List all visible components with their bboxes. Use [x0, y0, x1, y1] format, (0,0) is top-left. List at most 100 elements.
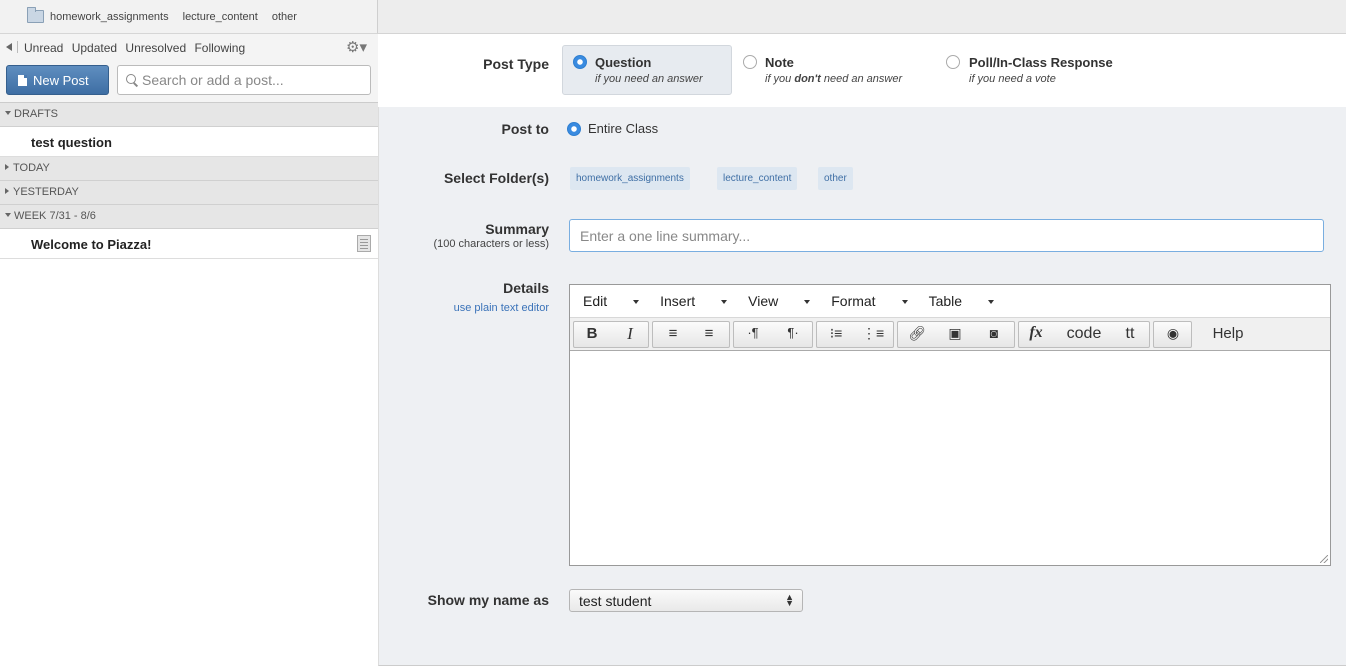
group-label: YESTERDAY	[13, 186, 79, 198]
editor-content-area[interactable]	[570, 351, 1330, 565]
post-type-sub-post: need an answer	[820, 73, 903, 85]
post-type-title: Poll/In-Class Response	[969, 55, 1113, 70]
rich-text-editor: Edit Insert View Format Table B I ≡ ≡ ·¶ ¶· …	[569, 284, 1331, 566]
post-type-question[interactable]: Question if you need an answer	[562, 45, 732, 95]
summary-sublabel: (100 characters or less)	[433, 238, 549, 250]
menu-edit[interactable]: Edit	[583, 293, 640, 309]
post-type-label: Post Type	[483, 56, 549, 72]
group-label: WEEK 7/31 - 8/6	[14, 210, 96, 222]
menu-label: View	[748, 293, 779, 309]
feed-group-yesterday[interactable]: YESTERDAY	[0, 181, 378, 205]
post-type-note[interactable]: Note if you don't need an answer	[741, 45, 941, 95]
top-folder-bar: homework_assignments lecture_content other	[0, 0, 1346, 34]
post-type-sub: if you need an answer	[595, 73, 703, 85]
menu-table[interactable]: Table	[928, 293, 995, 309]
filter-unread[interactable]: Unread	[24, 41, 63, 55]
numbered-list-icon[interactable]: ⋮≡	[862, 321, 884, 348]
chevron-down-icon	[5, 111, 11, 115]
image-icon[interactable]: ▣	[944, 321, 966, 348]
search-placeholder: Search or add a post...	[142, 72, 284, 88]
new-post-row: New Post Search or add a post...	[0, 60, 378, 103]
radio-poll[interactable]	[946, 55, 960, 69]
help-button[interactable]: Help	[1206, 321, 1250, 348]
preview-eye-icon[interactable]: ◉	[1160, 321, 1186, 348]
top-folder-homework[interactable]: homework_assignments	[50, 11, 169, 23]
align-left-icon[interactable]: ≡	[662, 321, 684, 348]
caret-icon	[721, 300, 728, 304]
feed-group-drafts[interactable]: DRAFTS	[0, 103, 378, 127]
new-post-label: New Post	[33, 73, 89, 88]
media-icon[interactable]: ◙	[983, 321, 1005, 348]
feed-item-title: Welcome to Piazza!	[31, 237, 152, 252]
note-icon	[357, 235, 371, 252]
post-to-value: Entire Class	[588, 121, 659, 136]
post-type-title: Note	[765, 55, 794, 70]
radio-entire-class[interactable]	[567, 122, 581, 136]
top-folder-lecture[interactable]: lecture_content	[183, 11, 258, 23]
editor-menubar: Edit Insert View Format Table	[570, 285, 1330, 318]
menu-label: Format	[831, 293, 876, 309]
menu-label: Table	[928, 293, 963, 309]
menu-label: Edit	[583, 293, 608, 309]
new-post-form: Post Type Question if you need an answer…	[378, 34, 1346, 666]
group-label: TODAY	[13, 162, 50, 174]
ltr-icon[interactable]: ·¶	[742, 321, 764, 348]
feed-group-today[interactable]: TODAY	[0, 157, 378, 181]
post-type-title: Question	[595, 55, 652, 70]
italic-button[interactable]: I	[620, 321, 640, 348]
folder-tag-homework[interactable]: homework_assignments	[570, 167, 690, 190]
post-type-sub-pre: if you	[765, 73, 795, 85]
feed-item-title: test question	[31, 135, 112, 150]
radio-note[interactable]	[743, 55, 757, 69]
post-feed: DRAFTS test question TODAY YESTERDAY WEE…	[0, 103, 378, 259]
menu-view[interactable]: View	[748, 293, 811, 309]
bullet-list-icon[interactable]: ⁝≡	[825, 321, 847, 348]
show-name-label: Show my name as	[427, 592, 549, 608]
feed-group-week[interactable]: WEEK 7/31 - 8/6	[0, 205, 378, 229]
collapse-sidebar-icon[interactable]	[6, 43, 12, 51]
editor-toolbar: B I ≡ ≡ ·¶ ¶· ⁝≡ ⋮≡ 🔗︎ ▣ ◙ fx code tt ◉ …	[570, 318, 1330, 351]
post-type-row: Post Type Question if you need an answer…	[378, 34, 1346, 107]
feed-item-welcome[interactable]: Welcome to Piazza!	[0, 229, 378, 259]
caret-icon	[988, 300, 995, 304]
top-folder-bar-left: homework_assignments lecture_content other	[0, 0, 378, 34]
search-input[interactable]: Search or add a post...	[117, 65, 371, 95]
folder-tag-lecture[interactable]: lecture_content	[717, 167, 798, 190]
menu-insert[interactable]: Insert	[660, 293, 728, 309]
bold-button[interactable]: B	[582, 321, 602, 348]
summary-input[interactable]: Enter a one line summary...	[569, 219, 1324, 252]
select-folders-label: Select Folder(s)	[443, 170, 549, 186]
post-type-sub-bold: don't	[794, 73, 821, 85]
resize-handle-icon[interactable]	[1320, 555, 1328, 563]
filter-following[interactable]: Following	[194, 41, 245, 55]
feed-item-draft[interactable]: test question	[0, 127, 378, 157]
caret-icon	[804, 300, 811, 304]
radio-question[interactable]	[573, 55, 587, 69]
rtl-icon[interactable]: ¶·	[782, 321, 804, 348]
menu-format[interactable]: Format	[831, 293, 908, 309]
tt-button[interactable]: tt	[1118, 321, 1142, 348]
show-name-select[interactable]: test student ▲ ▼	[569, 589, 803, 612]
chevron-down-icon	[5, 213, 11, 217]
filter-unresolved[interactable]: Unresolved	[125, 41, 186, 55]
group-label: DRAFTS	[14, 108, 58, 120]
filter-bar: Unread Updated Unresolved Following ⚙▾	[0, 34, 378, 60]
filter-updated[interactable]: Updated	[72, 41, 117, 55]
divider	[17, 41, 18, 53]
gear-icon[interactable]: ⚙▾	[346, 38, 367, 56]
summary-placeholder: Enter a one line summary...	[580, 228, 751, 244]
folder-tag-other[interactable]: other	[818, 167, 853, 190]
formula-button[interactable]: fx	[1026, 321, 1046, 348]
top-folder-other[interactable]: other	[272, 11, 297, 23]
post-to-label: Post to	[501, 121, 549, 137]
plain-text-editor-link[interactable]: use plain text editor	[378, 302, 549, 314]
link-icon[interactable]: 🔗︎	[906, 321, 928, 348]
post-type-poll[interactable]: Poll/In-Class Response if you need a vot…	[944, 45, 1174, 95]
folder-icon[interactable]	[27, 7, 44, 23]
code-button[interactable]: code	[1062, 321, 1106, 348]
align-center-icon[interactable]: ≡	[698, 321, 720, 348]
search-icon	[126, 74, 136, 84]
caret-icon	[633, 300, 640, 304]
chevron-right-icon	[5, 164, 9, 170]
new-post-button[interactable]: New Post	[6, 65, 109, 95]
